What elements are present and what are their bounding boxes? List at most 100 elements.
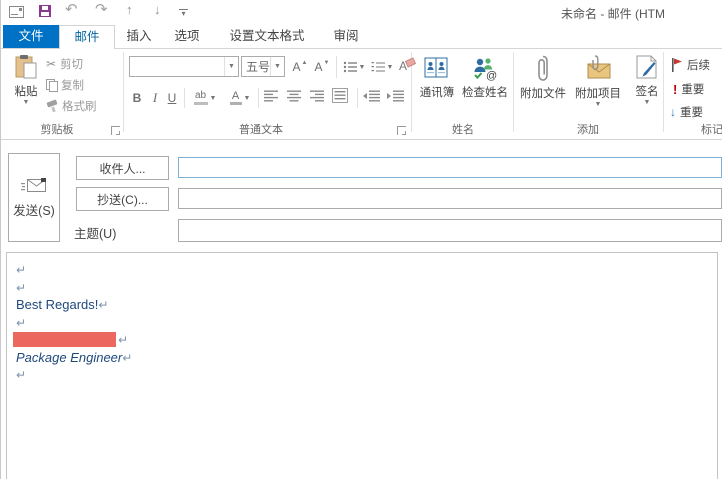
tags-group-label: 标记 bbox=[701, 124, 722, 136]
underline-button[interactable]: U bbox=[164, 88, 180, 108]
attach-item-dropdown-icon[interactable]: ▼ bbox=[595, 101, 602, 108]
clear-formatting-button[interactable]: A bbox=[395, 56, 411, 76]
cc-input[interactable] bbox=[178, 188, 722, 209]
numbering-button[interactable]: ▼ bbox=[369, 57, 395, 77]
highlight-icon: ab bbox=[193, 91, 208, 105]
redo-icon[interactable]: ↷ bbox=[95, 2, 108, 17]
subject-input[interactable] bbox=[178, 219, 722, 242]
font-size-value: 五号 bbox=[246, 60, 271, 74]
cut-button[interactable]: ✂ 剪切 bbox=[46, 56, 83, 72]
high-importance-icon: ! bbox=[673, 81, 678, 97]
paragraph-mark: ↵ bbox=[98, 298, 109, 312]
message-icon[interactable] bbox=[9, 6, 24, 18]
divider bbox=[357, 88, 358, 108]
attach-file-button[interactable]: 附加文件 bbox=[515, 54, 571, 101]
font-name-combo[interactable]: ▼ bbox=[129, 56, 239, 77]
follow-up-flag-icon bbox=[672, 58, 682, 72]
tab-review[interactable]: 审阅 bbox=[323, 25, 369, 48]
align-center-button[interactable] bbox=[287, 90, 302, 102]
next-item-icon[interactable]: ↓ bbox=[154, 3, 161, 17]
chevron-down-icon[interactable]: ▼ bbox=[224, 57, 238, 76]
body-line-job-title: Package Engineer↵ bbox=[16, 349, 133, 365]
clipboard-dialog-launcher[interactable] bbox=[111, 126, 120, 135]
format-painter-icon bbox=[46, 100, 58, 112]
chevron-down-icon[interactable]: ▼ bbox=[270, 57, 284, 76]
cc-button[interactable]: 抄送(C)... bbox=[76, 187, 169, 211]
shrink-font-button[interactable]: A ▼ bbox=[313, 57, 331, 77]
signature-dropdown-icon[interactable]: ▼ bbox=[644, 99, 651, 106]
grow-font-button[interactable]: A ▲ bbox=[291, 57, 309, 77]
paragraph-mark: ↵ bbox=[16, 315, 27, 330]
clipboard-group-label: 剪贴板 bbox=[40, 124, 74, 136]
body-line-redacted-name: ↵ bbox=[13, 331, 717, 349]
svg-text:@: @ bbox=[486, 70, 497, 81]
tab-insert[interactable]: 插入 bbox=[115, 25, 163, 48]
tab-file[interactable]: 文件 bbox=[3, 25, 59, 48]
numbered-list-icon bbox=[371, 62, 385, 72]
increase-indent-icon bbox=[387, 90, 404, 102]
ribbon-bottom-divider bbox=[1, 139, 722, 140]
clipboard-icon bbox=[15, 55, 37, 79]
attach-file-label: 附加文件 bbox=[520, 88, 566, 100]
include-group-label: 添加 bbox=[577, 124, 599, 136]
clear-formatting-icon: A bbox=[398, 59, 407, 73]
save-icon[interactable] bbox=[39, 5, 51, 17]
increase-indent-button[interactable] bbox=[387, 90, 405, 102]
paragraph-mark: ↵ bbox=[122, 350, 133, 365]
attach-item-button[interactable]: 附加项目 ▼ bbox=[571, 54, 625, 108]
bullets-button[interactable]: ▼ bbox=[341, 57, 367, 77]
subject-label: 主题(U) bbox=[74, 227, 117, 241]
tab-mail[interactable]: 邮件 bbox=[59, 25, 115, 49]
send-button[interactable]: 发送(S) bbox=[8, 153, 60, 242]
paragraph-mark: ↵ bbox=[16, 280, 27, 295]
group-divider bbox=[513, 52, 514, 132]
body-line-greeting: Best Regards!↵ bbox=[16, 297, 109, 312]
paste-dropdown-icon[interactable]: ▼ bbox=[23, 99, 30, 106]
low-importance-label: 重要 bbox=[680, 107, 703, 119]
distributed-icon bbox=[332, 88, 348, 103]
to-button[interactable]: 收件人... bbox=[76, 156, 169, 180]
highlight-button[interactable]: ab ▼ bbox=[190, 88, 220, 108]
attach-item-label: 附加项目 bbox=[575, 88, 621, 100]
outlook-compose-window: ↶ ↷ ↑ ↓ ▾ 未命名 - 邮件 (HTM 文件 邮件 插入 选项 设置文本… bbox=[0, 0, 722, 479]
font-group-label: 普通文本 bbox=[239, 124, 283, 136]
follow-up-button[interactable]: 后续 bbox=[671, 57, 710, 73]
font-color-button[interactable]: A ▼ bbox=[226, 88, 254, 108]
shrink-font-icon: A bbox=[314, 60, 323, 74]
tab-format-text[interactable]: 设置文本格式 bbox=[211, 25, 323, 48]
align-left-button[interactable] bbox=[264, 90, 279, 102]
signature-icon bbox=[636, 55, 657, 79]
to-input[interactable] bbox=[178, 157, 722, 178]
font-dialog-launcher[interactable] bbox=[397, 126, 406, 135]
distributed-button[interactable] bbox=[332, 88, 348, 103]
font-size-combo[interactable]: 五号 ▼ bbox=[241, 56, 285, 77]
body-line: ↵ bbox=[16, 261, 717, 279]
names-group-label: 姓名 bbox=[452, 124, 474, 136]
align-right-button[interactable] bbox=[310, 90, 325, 102]
high-importance-label: 重要 bbox=[681, 84, 705, 96]
low-importance-button[interactable]: ↓ 重要 bbox=[670, 104, 703, 120]
redaction-overlay bbox=[13, 332, 116, 347]
address-book-button[interactable]: 通讯簿 bbox=[415, 55, 459, 100]
copy-button[interactable]: 复制 bbox=[46, 77, 84, 93]
paragraph-mark: ↵ bbox=[16, 263, 27, 277]
signature-button[interactable]: 签名 ▼ bbox=[627, 54, 667, 106]
message-body[interactable]: ↵ ↵ Best Regards!↵ ↵ ↵ Package Engineer↵… bbox=[6, 252, 718, 479]
paragraph-mark: ↵ bbox=[118, 333, 129, 347]
customize-qat-icon[interactable]: ▾ bbox=[179, 9, 188, 18]
attach-item-icon bbox=[587, 55, 611, 79]
tab-options[interactable]: 选项 bbox=[163, 25, 211, 48]
window-title: 未命名 - 邮件 (HTM bbox=[561, 7, 665, 21]
bold-button[interactable]: B bbox=[129, 88, 145, 108]
paste-button[interactable]: 粘贴 ▼ bbox=[7, 54, 45, 106]
format-painter-button[interactable]: 格式刷 bbox=[46, 98, 97, 114]
decrease-indent-icon bbox=[363, 90, 380, 102]
check-names-button[interactable]: @ 检查姓名 bbox=[459, 55, 511, 100]
italic-button[interactable]: I bbox=[148, 88, 162, 108]
body-line: ↵ bbox=[16, 279, 717, 297]
high-importance-button[interactable]: ! 重要 bbox=[673, 81, 704, 97]
previous-item-icon[interactable]: ↑ bbox=[126, 3, 133, 17]
undo-icon[interactable]: ↶ bbox=[65, 2, 78, 17]
decrease-indent-button[interactable] bbox=[363, 90, 381, 102]
scissors-icon: ✂ bbox=[46, 57, 57, 71]
